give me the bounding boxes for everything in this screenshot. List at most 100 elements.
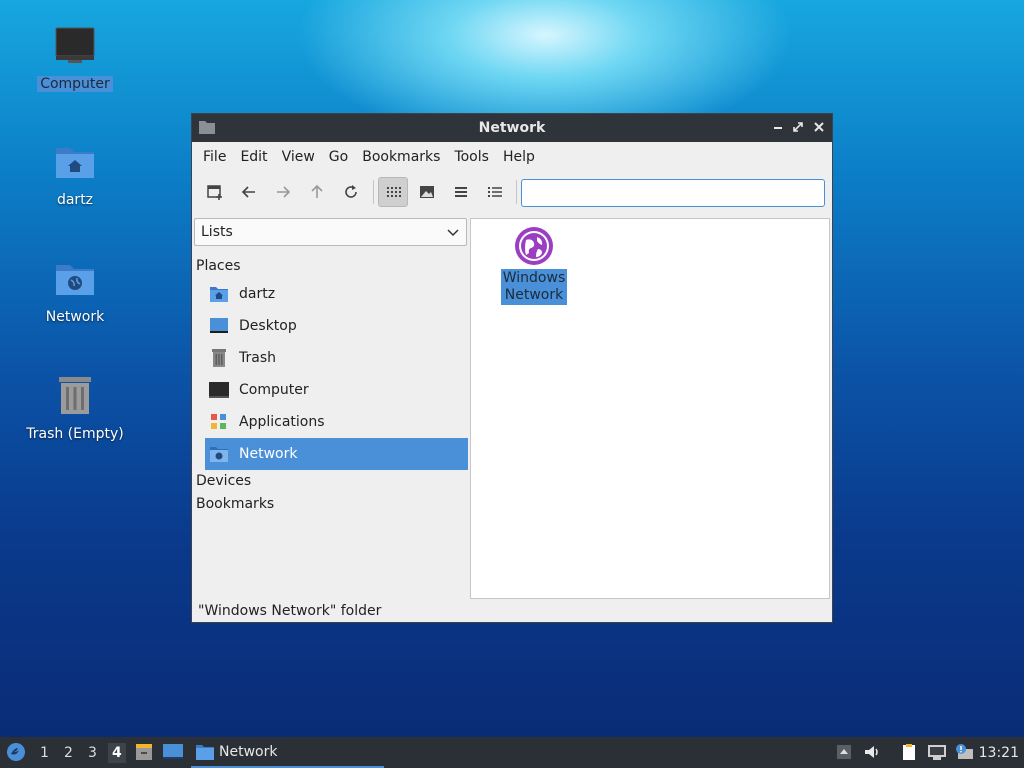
- up-button[interactable]: [302, 177, 332, 207]
- menu-file[interactable]: File: [196, 149, 233, 165]
- network-status-button[interactable]: [927, 743, 947, 761]
- folder-view[interactable]: Windows Network: [470, 218, 830, 599]
- desktop-icon-label: Network: [45, 309, 105, 325]
- place-label: Applications: [239, 414, 325, 430]
- file-cabinet-icon: [136, 744, 152, 760]
- notification-button[interactable]: [954, 743, 974, 761]
- side-pane-mode-select[interactable]: Lists: [194, 218, 467, 246]
- network-wired-icon: [928, 745, 946, 760]
- file-manager-launcher[interactable]: [134, 742, 154, 762]
- tray-arrow-button[interactable]: [835, 743, 853, 761]
- task-button-network[interactable]: Network: [191, 737, 384, 768]
- menu-view[interactable]: View: [275, 149, 322, 165]
- place-network[interactable]: Network: [205, 438, 468, 470]
- place-applications[interactable]: Applications: [205, 406, 468, 438]
- toolbar-separator: [516, 180, 517, 204]
- start-menu-button[interactable]: [6, 742, 26, 762]
- desktop-icon-label: Computer: [37, 76, 113, 92]
- arrow-up-icon: [311, 184, 323, 198]
- devices-header[interactable]: Devices: [196, 473, 251, 489]
- workspace-1[interactable]: 1: [40, 745, 49, 761]
- computer-icon: [51, 22, 99, 70]
- place-label: dartz: [239, 286, 276, 302]
- detailed-view-button[interactable]: [480, 177, 510, 207]
- desktop-icon-trash[interactable]: Trash (Empty): [20, 372, 130, 442]
- desktop-icon: [163, 744, 183, 759]
- compact-view-button[interactable]: [446, 177, 476, 207]
- menu-tools[interactable]: Tools: [447, 149, 496, 165]
- workspace-2[interactable]: 2: [64, 745, 73, 761]
- status-bar: "Windows Network" folder: [198, 603, 382, 619]
- maximize-button[interactable]: [790, 119, 806, 135]
- side-pane-mode-value: Lists: [201, 224, 233, 240]
- desktop-icon-label: dartz: [56, 192, 94, 208]
- side-pane: Lists Places dartz Desktop Trash Compute…: [194, 218, 468, 608]
- menu-edit[interactable]: Edit: [233, 149, 274, 165]
- window-title: Network: [478, 120, 546, 136]
- desktop-icon: [209, 316, 229, 336]
- image-icon: [420, 186, 434, 198]
- place-label: Network: [239, 446, 298, 462]
- place-label: Computer: [239, 382, 309, 398]
- home-folder-icon: [209, 284, 229, 304]
- reload-icon: [345, 185, 357, 198]
- forward-button[interactable]: [268, 177, 298, 207]
- workspace-4[interactable]: 4: [108, 743, 126, 763]
- notification-icon: [956, 744, 973, 759]
- window-titlebar[interactable]: Network: [192, 114, 832, 142]
- place-dartz[interactable]: dartz: [205, 278, 468, 310]
- trash-icon: [209, 348, 229, 368]
- menu-help[interactable]: Help: [496, 149, 542, 165]
- place-label: Desktop: [239, 318, 297, 334]
- desktop-icon-computer[interactable]: Computer: [20, 22, 130, 92]
- network-folder-icon: [51, 255, 99, 303]
- clipboard-icon: [903, 744, 915, 760]
- menu-bar: File Edit View Go Bookmarks Tools Help: [192, 142, 832, 172]
- detailed-list-icon: [488, 187, 502, 197]
- menu-go[interactable]: Go: [322, 149, 355, 165]
- network-folder-icon: [209, 444, 229, 464]
- reload-button[interactable]: [336, 177, 366, 207]
- volume-button[interactable]: [863, 743, 881, 761]
- toolbar-separator: [373, 180, 374, 204]
- chevron-up-icon: [837, 745, 851, 759]
- minimize-button[interactable]: [770, 119, 786, 135]
- computer-icon: [209, 380, 229, 400]
- desktop-icon-dartz[interactable]: dartz: [20, 138, 130, 208]
- menu-bookmarks[interactable]: Bookmarks: [355, 149, 447, 165]
- home-folder-icon: [51, 138, 99, 186]
- workspace-3[interactable]: 3: [88, 745, 97, 761]
- desktop-icon-label: Trash (Empty): [26, 426, 124, 442]
- place-trash[interactable]: Trash: [205, 342, 468, 374]
- lxqt-logo-icon: [7, 743, 25, 761]
- place-desktop[interactable]: Desktop: [205, 310, 468, 342]
- file-item-label: Windows Network: [501, 269, 567, 305]
- new-tab-icon: [207, 185, 222, 200]
- chevron-down-icon: [447, 229, 459, 237]
- folder-icon: [196, 744, 214, 760]
- arrow-right-icon: [277, 186, 291, 198]
- volume-icon: [865, 746, 878, 758]
- place-label: Trash: [239, 350, 276, 366]
- desktop-icon-network[interactable]: Network: [20, 255, 130, 325]
- taskbar: 1 2 3 4 Network 13:21: [0, 737, 1024, 768]
- maximize-icon: [793, 122, 803, 132]
- clipboard-button[interactable]: [900, 743, 918, 761]
- back-button[interactable]: [234, 177, 264, 207]
- toolbar: [192, 172, 832, 212]
- new-tab-button[interactable]: [200, 177, 230, 207]
- thumbnail-view-button[interactable]: [412, 177, 442, 207]
- show-desktop-button[interactable]: [162, 742, 184, 762]
- close-icon: [814, 122, 824, 132]
- arrow-left-icon: [241, 186, 255, 198]
- bookmarks-header[interactable]: Bookmarks: [196, 496, 274, 512]
- clock[interactable]: 13:21: [979, 745, 1019, 761]
- place-computer[interactable]: Computer: [205, 374, 468, 406]
- close-button[interactable]: [811, 119, 827, 135]
- windows-network-icon: [513, 225, 555, 267]
- trash-icon: [51, 372, 99, 420]
- file-item-windows-network[interactable]: Windows Network: [501, 225, 567, 305]
- places-header[interactable]: Places: [196, 258, 241, 274]
- icon-view-button[interactable]: [378, 177, 408, 207]
- address-bar[interactable]: [521, 179, 825, 207]
